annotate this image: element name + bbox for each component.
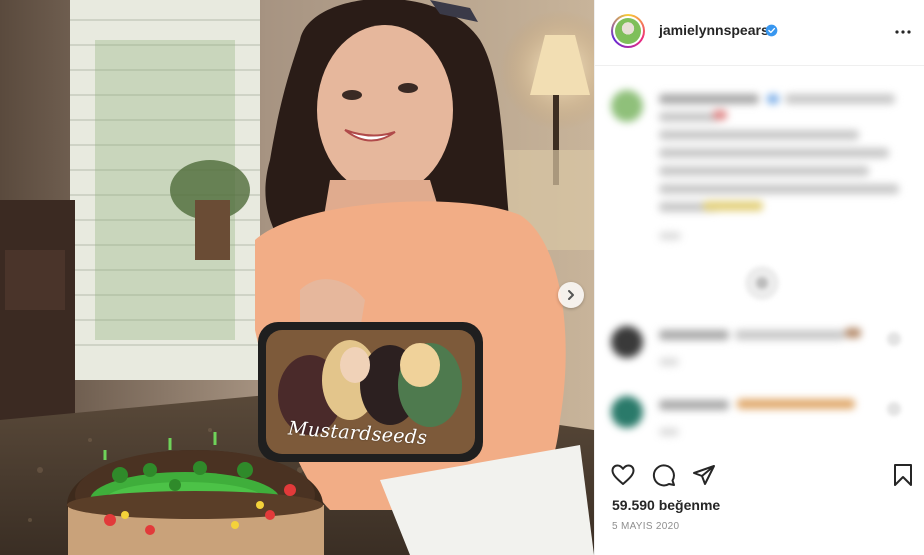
save-button[interactable]	[889, 461, 917, 489]
post-photo	[0, 0, 594, 555]
more-options-button[interactable]	[893, 22, 913, 42]
avatar[interactable]	[611, 14, 645, 48]
more-options-icon	[895, 30, 911, 34]
chevron-right-icon	[568, 290, 574, 300]
post-sidebar: jamielynnspears 59.590 beğenme 5 MAYIS 2…	[594, 0, 924, 555]
next-image-button[interactable]	[558, 282, 584, 308]
comments-area	[595, 66, 924, 456]
heart-icon	[611, 464, 635, 485]
likes-count[interactable]: 59.590 beğenme	[612, 497, 720, 513]
comment-like-icon[interactable]	[887, 402, 901, 416]
comment-icon	[652, 464, 675, 487]
post-header: jamielynnspears	[595, 0, 924, 66]
share-button[interactable]	[690, 461, 718, 489]
username-link[interactable]: jamielynnspears	[659, 22, 769, 38]
post-date[interactable]: 5 MAYIS 2020	[612, 521, 679, 532]
share-icon	[693, 465, 715, 485]
post-media[interactable]: Mustardseeds	[0, 0, 594, 555]
like-button[interactable]	[609, 461, 637, 489]
bookmark-icon	[894, 464, 912, 486]
comment-like-icon[interactable]	[887, 332, 901, 346]
comment-button[interactable]	[650, 461, 678, 489]
action-bar	[595, 455, 924, 495]
load-more-comments-button[interactable]	[745, 266, 779, 300]
verified-badge-icon	[765, 24, 778, 37]
